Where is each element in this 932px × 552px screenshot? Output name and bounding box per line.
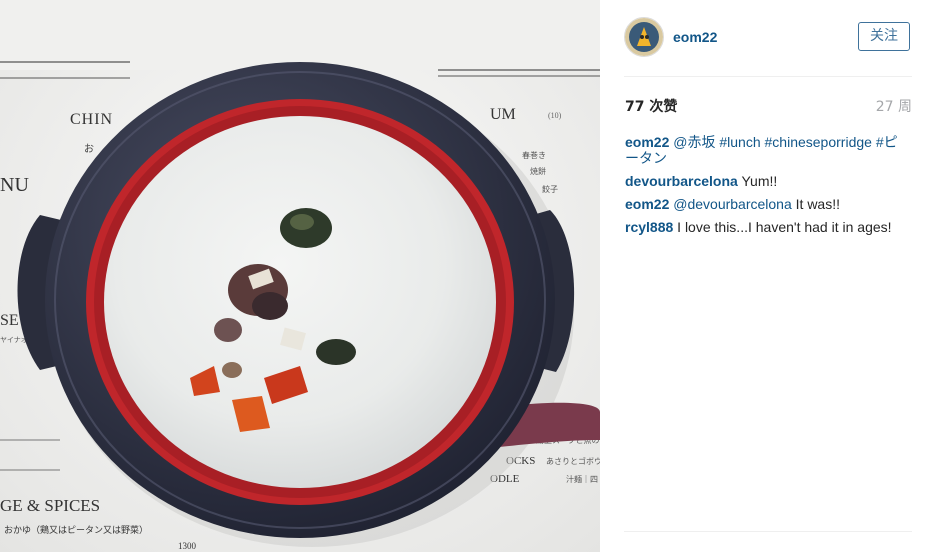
- menu-text-spices: GE & SPICES: [0, 496, 100, 515]
- comment-username[interactable]: rcyl888: [625, 219, 673, 235]
- comment-username[interactable]: eom22: [625, 196, 669, 212]
- menu-text-okayu: おかゆ（鶏又はピータン又は野菜）: [4, 524, 148, 536]
- menu-text-kana7: ヤイナオ: [0, 336, 28, 344]
- comment-username[interactable]: eom22: [625, 134, 669, 150]
- comment-link[interactable]: #chineseporridge: [765, 134, 872, 150]
- post-username[interactable]: eom22: [673, 29, 717, 45]
- comment-link[interactable]: @赤坂: [673, 134, 715, 150]
- comment: eom22 @devourbarcelona It was!!: [625, 196, 909, 212]
- comment: rcyl888 I love this...I haven't had it i…: [625, 219, 909, 235]
- menu-text-chinese: CHIN: [70, 111, 113, 128]
- menu-text-kana5: あさりとゴボウ: [546, 456, 600, 466]
- avatar-image: [625, 18, 663, 56]
- post-time[interactable]: 27 周: [876, 96, 912, 116]
- menu-text-kana2: 焼餅: [530, 166, 546, 176]
- like-count[interactable]: 77 次赞: [625, 96, 677, 116]
- post-header: eom22 关注: [624, 17, 912, 59]
- menu-text-kana3: 餃子: [542, 184, 558, 194]
- post-photo[interactable]: CHIN お UM (10) NU SE ヤイナオ 春巻き 焼餅 餃子 湯上スー…: [0, 0, 600, 552]
- comment-list: eom22 @赤坂 #lunch #chineseporridge #ピータン d…: [625, 134, 909, 242]
- menu-text-se: SE: [0, 312, 19, 329]
- menu-text-kana6: 汁麺｜四: [566, 474, 598, 484]
- comment-link[interactable]: @devourbarcelona: [673, 196, 792, 212]
- menu-text-o: お: [84, 143, 94, 155]
- menu-text-price: 1300: [178, 541, 197, 551]
- porridge-photo: CHIN お UM (10) NU SE ヤイナオ 春巻き 焼餅 餃子 湯上スー…: [0, 0, 600, 552]
- menu-text-nu: NU: [0, 174, 29, 196]
- comment-text: Yum!!: [737, 173, 778, 189]
- post-sidebar: eom22 关注 77 次赞 27 周 eom22 @赤坂 #lunch #ch…: [600, 0, 932, 552]
- follow-button[interactable]: 关注: [858, 22, 910, 51]
- header-divider: [624, 76, 912, 77]
- comment-text: I love this...I haven't had it in ages!: [673, 219, 892, 235]
- footer-divider: [624, 531, 912, 532]
- comment-username[interactable]: devourbarcelona: [625, 173, 738, 189]
- avatar[interactable]: [624, 17, 664, 57]
- menu-text-um: UM: [490, 106, 516, 123]
- comment: devourbarcelona Yum!!: [625, 173, 909, 189]
- comment: eom22 @赤坂 #lunch #chineseporridge #ピータン: [625, 134, 909, 166]
- menu-text-num: (10): [548, 111, 562, 120]
- menu-text-kana1: 春巻き: [522, 150, 546, 160]
- comment-link[interactable]: #lunch: [719, 134, 760, 150]
- comment-text: It was!!: [791, 196, 840, 212]
